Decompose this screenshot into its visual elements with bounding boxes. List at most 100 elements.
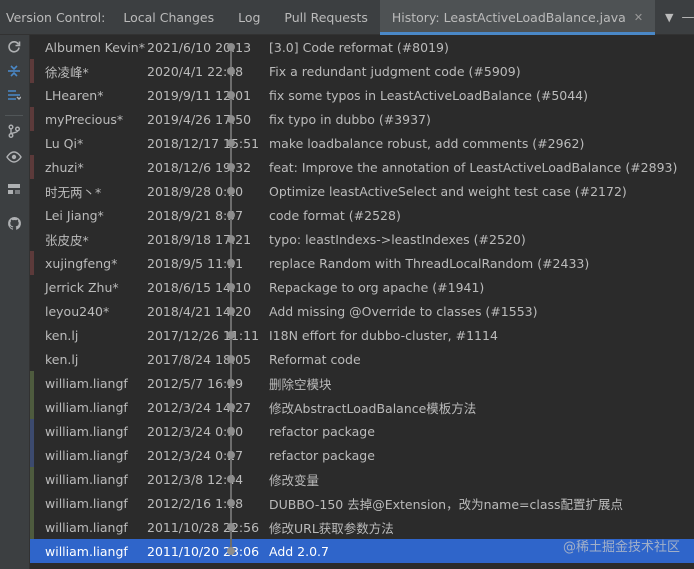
commit-row[interactable]: william.liangf 2012/3/24 14:27 修改AbstractL… bbox=[30, 395, 694, 419]
tab-list-dropdown-icon[interactable]: ▼ bbox=[665, 11, 673, 24]
commit-message: fix some typos in LeastActiveLoadBalance… bbox=[269, 87, 589, 103]
close-icon[interactable]: ✕ bbox=[634, 11, 643, 24]
refresh-icon[interactable] bbox=[6, 39, 22, 55]
commit-message: typo: leastIndexs->leastIndexes (#2520) bbox=[269, 231, 526, 247]
commit-author: xujingfeng* bbox=[45, 255, 118, 271]
commit-color-stripe bbox=[30, 395, 34, 419]
tab-local-changes[interactable]: Local Changes bbox=[111, 0, 226, 35]
commit-row[interactable]: ken.lj 2017/8/24 18:05 Reformat code bbox=[30, 347, 694, 371]
commit-author: william.liangf bbox=[45, 543, 128, 559]
commit-row[interactable]: zhuzi* 2018/12/6 19:32 feat: Improve the a… bbox=[30, 155, 694, 179]
commit-message: Fix a redundant judgment code (#5909) bbox=[269, 63, 521, 79]
commit-message: Add 2.0.7 bbox=[269, 543, 329, 559]
commit-node bbox=[227, 259, 235, 267]
commit-author: myPrecious* bbox=[45, 111, 124, 127]
commit-node bbox=[227, 91, 235, 99]
commit-author: william.liangf bbox=[45, 447, 128, 463]
commit-date: 2011/10/28 22:56 bbox=[147, 519, 260, 535]
github-icon[interactable] bbox=[6, 215, 22, 231]
tab-label: History: LeastActiveLoadBalance.java bbox=[391, 9, 626, 25]
commit-color-stripe bbox=[30, 251, 34, 275]
commit-author: zhuzi* bbox=[45, 159, 84, 175]
minimize-icon[interactable]: — bbox=[682, 10, 694, 25]
commit-message: DUBBO-150 去掉@Extension，改为name=class配置扩展点 bbox=[269, 496, 624, 512]
commit-author: Jerrick Zhu* bbox=[45, 279, 119, 295]
tool-window-title: Version Control: bbox=[6, 9, 106, 25]
commit-row[interactable]: myPrecious* 2019/4/26 17:50 fix typo in du… bbox=[30, 107, 694, 131]
commit-author: ken.lj bbox=[45, 327, 79, 343]
commit-message: code format (#2528) bbox=[269, 207, 401, 223]
commit-node bbox=[227, 451, 235, 459]
watermark: @稀土掘金技术社区 bbox=[562, 540, 680, 555]
commit-author: Albumen Kevin* bbox=[45, 39, 145, 55]
tab-log[interactable]: Log bbox=[226, 0, 272, 35]
commit-color-stripe bbox=[30, 467, 34, 491]
commit-row[interactable]: ken.lj 2017/12/26 11:11 I18N effort for du… bbox=[30, 323, 694, 347]
commit-node bbox=[227, 283, 235, 291]
commit-row[interactable]: william.liangf 2012/3/8 12:44 修改变量 bbox=[30, 467, 694, 491]
commit-color-stripe bbox=[30, 515, 34, 539]
tab-bar: Version Control: Local Changes Log Pull … bbox=[0, 0, 694, 35]
commit-row[interactable]: william.liangf 2012/3/24 0:27 refactor pac… bbox=[30, 443, 694, 467]
commit-message: feat: Improve the annotation of LeastAct… bbox=[269, 159, 678, 175]
commit-node bbox=[227, 163, 235, 171]
commit-row[interactable]: Albumen Kevin* 2021/6/10 20:13 [3.0] Code … bbox=[30, 35, 694, 59]
commit-row[interactable]: 张皮皮* 2018/9/18 17:21 typo: leastIndexs->le… bbox=[30, 227, 694, 251]
commit-message: refactor package bbox=[269, 447, 375, 463]
commit-row[interactable]: Jerrick Zhu* 2018/6/15 14:10 Repackage to … bbox=[30, 275, 694, 299]
commit-row[interactable]: william.liangf 2012/3/24 0:30 refactor pac… bbox=[30, 419, 694, 443]
tab-pull-requests[interactable]: Pull Requests bbox=[272, 0, 379, 35]
commit-author: LHearen* bbox=[45, 87, 104, 103]
commit-author: leyou240* bbox=[45, 303, 110, 319]
commit-row[interactable]: leyou240* 2018/4/21 14:20 Add missing @Ove… bbox=[30, 299, 694, 323]
commit-message: Reformat code bbox=[269, 351, 361, 367]
commit-color-stripe bbox=[30, 155, 34, 179]
toolbar-sidebar bbox=[0, 35, 30, 569]
tab-history[interactable]: History: LeastActiveLoadBalance.java ✕ bbox=[379, 0, 656, 35]
commit-node bbox=[227, 43, 235, 51]
commit-node bbox=[227, 67, 235, 75]
collapse-icon[interactable] bbox=[6, 63, 22, 79]
commit-row[interactable]: LHearen* 2019/9/11 12:01 fix some typos in… bbox=[30, 83, 694, 107]
commit-message: 删除空模块 bbox=[269, 376, 332, 392]
commit-graph bbox=[224, 35, 238, 569]
commit-color-stripe bbox=[30, 491, 34, 515]
layout-icon[interactable] bbox=[6, 181, 22, 197]
commit-color-stripe bbox=[30, 107, 34, 131]
commit-date: 2017/12/26 11:11 bbox=[147, 327, 260, 343]
commit-author: Lei Jiang* bbox=[45, 207, 104, 223]
commit-date: 2011/10/20 23:06 bbox=[147, 543, 260, 559]
commit-author: william.liangf bbox=[45, 471, 128, 487]
commit-message: make loadbalance robust, add comments (#… bbox=[269, 135, 585, 151]
tab-label: Log bbox=[238, 9, 261, 25]
branch-icon[interactable] bbox=[6, 123, 22, 139]
commit-row[interactable]: william.liangf 2012/2/16 1:18 DUBBO-150 去掉… bbox=[30, 491, 694, 515]
expand-icon[interactable] bbox=[6, 87, 22, 103]
commit-color-stripe bbox=[30, 443, 34, 467]
commit-node bbox=[227, 331, 235, 339]
commit-message: 修改变量 bbox=[269, 472, 320, 488]
commit-row[interactable]: Lei Jiang* 2018/9/21 8:57 code format (#25… bbox=[30, 203, 694, 227]
commit-node bbox=[227, 403, 235, 411]
commit-author: 徐凌峰* bbox=[45, 64, 89, 80]
commit-author: 张皮皮* bbox=[45, 232, 89, 248]
commit-author: william.liangf bbox=[45, 495, 128, 511]
eye-icon[interactable] bbox=[6, 149, 22, 165]
tab-label: Local Changes bbox=[123, 9, 215, 25]
tab-label: Pull Requests bbox=[284, 9, 368, 25]
commit-author: Lu Qi* bbox=[45, 135, 84, 151]
commit-row[interactable]: 徐凌峰* 2020/4/1 22:48 Fix a redundant judgme… bbox=[30, 59, 694, 83]
toolbar-divider bbox=[5, 115, 23, 116]
commit-row[interactable]: Lu Qi* 2018/12/17 15:51 make loadbalance r… bbox=[30, 131, 694, 155]
commit-node bbox=[227, 355, 235, 363]
commit-node bbox=[227, 547, 235, 555]
commit-author: ken.lj bbox=[45, 351, 79, 367]
commit-row[interactable]: william.liangf 2012/5/7 16:29 删除空模块 bbox=[30, 371, 694, 395]
commit-message: replace Random with ThreadLocalRandom (#… bbox=[269, 255, 590, 271]
commit-message: Repackage to org apache (#1941) bbox=[269, 279, 485, 295]
commit-row[interactable]: 时无两丶* 2018/9/28 0:10 Optimize leastActiveS… bbox=[30, 179, 694, 203]
commit-node bbox=[227, 307, 235, 315]
commit-node bbox=[227, 523, 235, 531]
commit-row[interactable]: xujingfeng* 2018/9/5 11:31 replace Random … bbox=[30, 251, 694, 275]
commit-node bbox=[227, 427, 235, 435]
